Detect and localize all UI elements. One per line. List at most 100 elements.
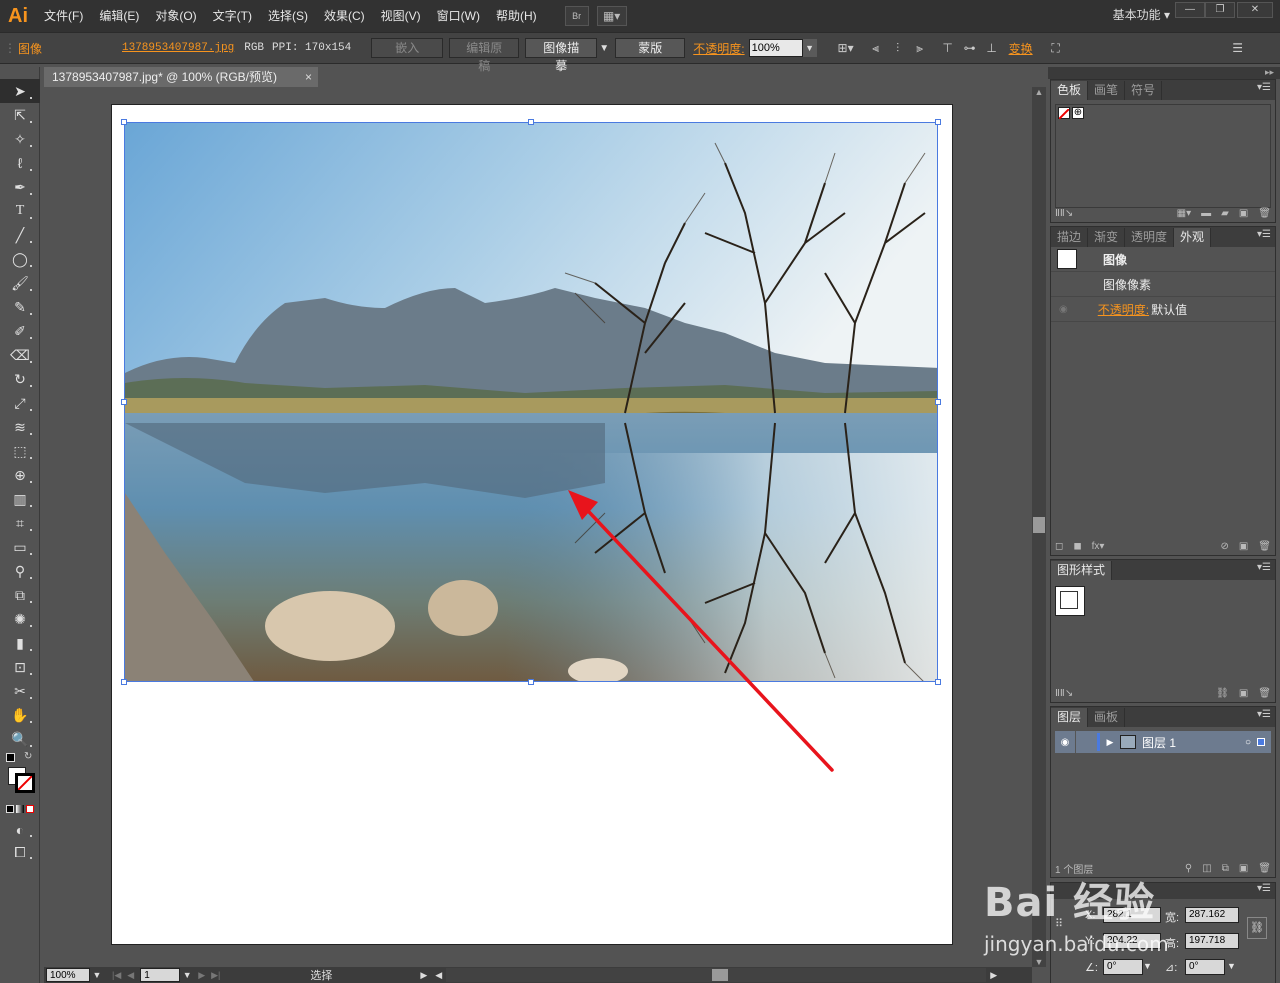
resize-handle-nw[interactable]	[121, 119, 127, 125]
align-right-icon[interactable]: ⫸	[909, 38, 931, 58]
swap-colors-icon[interactable]: ↻	[24, 751, 32, 762]
appearance-opacity-link[interactable]: 不透明度:	[1098, 301, 1149, 318]
layer-selected-indicator[interactable]	[1257, 738, 1265, 746]
menu-window[interactable]: 窗口(W)	[429, 0, 488, 32]
workspace-switcher[interactable]: 基本功能 ▾	[1113, 0, 1170, 32]
scroll-down-icon[interactable]: ▼	[1032, 957, 1046, 967]
embed-button[interactable]: 嵌入	[371, 38, 444, 58]
registration-swatch[interactable]: ⊕	[1072, 107, 1084, 119]
tab-symbols[interactable]: 符号	[1125, 81, 1163, 100]
delete-item-icon[interactable]: 🗑	[1258, 541, 1271, 552]
align-left-icon[interactable]: ⫷	[865, 38, 887, 58]
menu-type[interactable]: 文字(T)	[205, 0, 260, 32]
resize-handle-se[interactable]	[935, 679, 941, 685]
column-graph-tool-icon[interactable]: ▮	[0, 631, 40, 655]
vertical-scrollbar[interactable]: ▲ ▼	[1032, 87, 1046, 967]
swatch-options-icon[interactable]: ▬	[1201, 208, 1211, 219]
pencil-tool-icon[interactable]: ✎	[0, 295, 40, 319]
panel-menu-icon[interactable]: ▾☰	[1257, 709, 1271, 720]
show-kinds-icon[interactable]: ▦▾	[1177, 208, 1191, 219]
reference-point-icon[interactable]: ⠿	[1055, 917, 1063, 930]
shape-builder-tool-icon[interactable]: ⊕	[0, 463, 40, 487]
delete-layer-icon[interactable]: 🗑	[1258, 863, 1271, 874]
blend-tool-icon[interactable]: ⧉	[0, 583, 40, 607]
swatch-libraries-icon[interactable]: ⅡⅡ↘	[1055, 208, 1073, 219]
resize-handle-e[interactable]	[935, 399, 941, 405]
appearance-opacity-row[interactable]: ◉ 不透明度: 默认值	[1051, 297, 1275, 322]
new-layer-icon[interactable]: ▣	[1239, 863, 1248, 874]
close-tab-icon[interactable]: ×	[305, 67, 312, 87]
new-sublayer-icon[interactable]: ⧉	[1222, 863, 1229, 874]
new-style-icon[interactable]: ▣	[1239, 688, 1248, 699]
horizontal-scrollbar[interactable]	[446, 968, 987, 982]
new-color-group-icon[interactable]: ▰	[1221, 208, 1229, 219]
appearance-object-row[interactable]: 图像	[1051, 247, 1275, 272]
last-artboard-icon[interactable]: ▶|	[211, 970, 220, 981]
control-bar-menu-icon[interactable]: ☰	[1227, 38, 1249, 58]
eyedropper-tool-icon[interactable]: ⚲	[0, 559, 40, 583]
resize-handle-s[interactable]	[528, 679, 534, 685]
edit-original-button[interactable]: 编辑原稿	[449, 38, 520, 73]
status-menu-icon[interactable]: ▶	[420, 970, 427, 981]
align-top-icon[interactable]: ⊤	[937, 38, 959, 58]
symbol-sprayer-tool-icon[interactable]: ✺	[0, 607, 40, 631]
minimize-button[interactable]: —	[1175, 2, 1205, 18]
align-center-icon[interactable]: ⫶	[887, 38, 909, 58]
resize-handle-ne[interactable]	[935, 119, 941, 125]
artboard-field[interactable]: 1	[140, 968, 181, 982]
stroke-swatch[interactable]	[15, 773, 35, 793]
add-effect-icon[interactable]: fx▾	[1092, 541, 1105, 552]
magic-wand-tool-icon[interactable]: ✧	[0, 127, 40, 151]
zoom-field[interactable]: 100%	[46, 968, 90, 982]
blob-brush-tool-icon[interactable]: ✐	[0, 319, 40, 343]
hscroll-left-icon[interactable]: ◀	[435, 970, 442, 981]
default-graphic-style[interactable]	[1055, 586, 1085, 616]
free-transform-tool-icon[interactable]: ⬚	[0, 439, 40, 463]
transform-link[interactable]: 变换	[1009, 40, 1033, 57]
layer-lock-toggle[interactable]	[1075, 731, 1097, 753]
none-button[interactable]	[26, 805, 34, 813]
prev-artboard-icon[interactable]: ◀	[127, 970, 134, 981]
lasso-tool-icon[interactable]: ℓ	[0, 151, 40, 175]
close-window-button[interactable]: ✕	[1237, 2, 1273, 18]
tab-appearance[interactable]: 外观	[1174, 228, 1212, 247]
menu-file[interactable]: 文件(F)	[36, 0, 91, 32]
delete-swatch-icon[interactable]: 🗑	[1258, 208, 1271, 219]
locate-object-icon[interactable]: ⚲	[1185, 863, 1192, 874]
zoom-dropdown-icon[interactable]: ▼	[90, 970, 104, 980]
first-artboard-icon[interactable]: |◀	[112, 970, 121, 981]
constrain-proportions-icon[interactable]: ⛓	[1247, 917, 1267, 939]
resize-handle-sw[interactable]	[121, 679, 127, 685]
scroll-up-icon[interactable]: ▲	[1032, 87, 1046, 97]
tab-swatches[interactable]: 色板	[1051, 81, 1089, 100]
drawing-mode-icon[interactable]: ◐	[0, 819, 40, 841]
bridge-button[interactable]: Br	[564, 6, 589, 26]
artboard-dropdown-icon[interactable]: ▼	[180, 970, 194, 980]
transform-x-field[interactable]: 282.1	[1103, 907, 1161, 923]
hand-tool-icon[interactable]: ✋	[0, 703, 40, 727]
hscroll-right-icon[interactable]: ▶	[990, 970, 997, 981]
align-middle-icon[interactable]: ⊶	[959, 38, 981, 58]
rotate-field[interactable]: 0°	[1103, 959, 1143, 975]
rotate-tool-icon[interactable]: ↻	[0, 367, 40, 391]
maximize-button[interactable]: ❐	[1205, 2, 1235, 18]
transform-h-field[interactable]: 197.718	[1185, 933, 1239, 949]
opacity-label[interactable]: 不透明度:	[693, 40, 744, 57]
menu-select[interactable]: 选择(S)	[260, 0, 316, 32]
ellipse-tool-icon[interactable]: ◯	[0, 247, 40, 271]
color-button[interactable]	[6, 805, 14, 813]
menu-edit[interactable]: 编辑(E)	[91, 0, 147, 32]
linked-file-link[interactable]: 1378953407987.jpg	[122, 42, 234, 54]
selection-tool-icon[interactable]: ➤	[0, 79, 40, 103]
pen-tool-icon[interactable]: ✒	[0, 175, 40, 199]
shear-field[interactable]: 0°	[1185, 959, 1225, 975]
image-trace-button[interactable]: 图像描摹	[525, 38, 598, 73]
isolate-icon[interactable]: ⛶	[1045, 38, 1067, 58]
opacity-dropdown-icon[interactable]: ▼	[802, 39, 817, 57]
tab-artboards[interactable]: 画板	[1088, 708, 1126, 727]
panel-menu-icon[interactable]: ▾☰	[1257, 82, 1271, 93]
slice-tool-icon[interactable]: ✂	[0, 679, 40, 703]
duplicate-item-icon[interactable]: ▣	[1239, 541, 1248, 552]
appearance-pixels-row[interactable]: 图像像素	[1051, 272, 1275, 297]
clipping-mask-icon[interactable]: ◫	[1202, 863, 1211, 874]
